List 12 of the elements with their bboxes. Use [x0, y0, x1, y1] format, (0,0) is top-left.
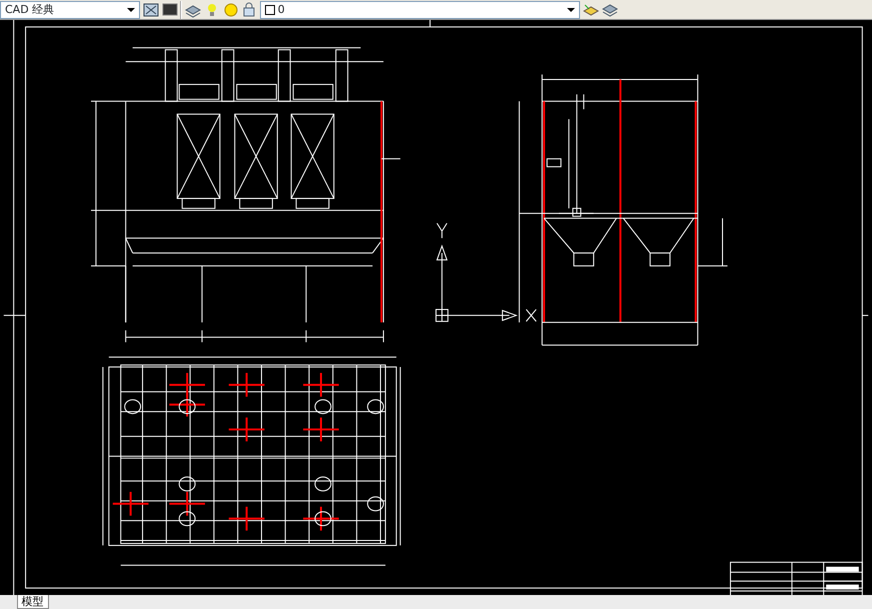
layer-dropdown[interactable]: 0	[260, 0, 580, 18]
layers-icon[interactable]	[602, 2, 618, 18]
caret-icon	[127, 8, 135, 12]
caret-icon	[567, 8, 575, 12]
sun-icon[interactable]	[222, 2, 238, 18]
lock-icon[interactable]	[241, 2, 258, 18]
monitor-icon[interactable]	[162, 2, 178, 18]
workspace-settings-icon[interactable]	[142, 2, 159, 18]
workspace-dropdown[interactable]: CAD 经典	[0, 0, 140, 18]
make-current-layer-icon[interactable]	[582, 2, 599, 18]
layout-tab[interactable]: 模型	[16, 595, 48, 609]
layer-color-swatch	[265, 4, 275, 14]
